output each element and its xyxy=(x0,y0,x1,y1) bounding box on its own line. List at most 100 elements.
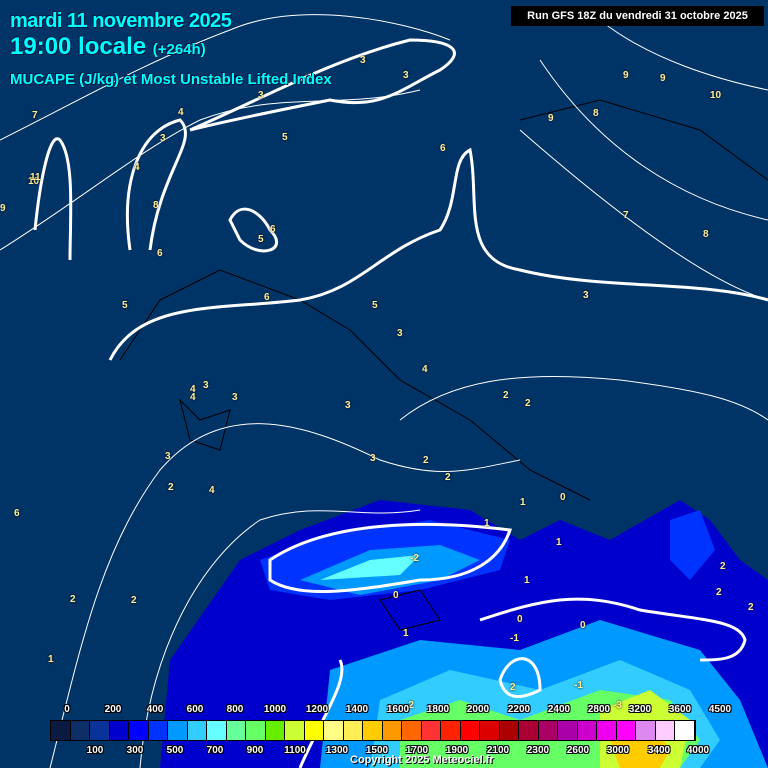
contour-label: 2 xyxy=(131,595,137,606)
contour-label: 4 xyxy=(190,392,196,403)
legend-swatch xyxy=(421,721,441,740)
legend-label-top: 2400 xyxy=(547,704,571,715)
legend-label-top: 2800 xyxy=(587,704,611,715)
legend-label-bottom: 4000 xyxy=(686,745,710,756)
legend-swatch xyxy=(558,721,578,740)
legend-label-bottom: 2600 xyxy=(566,745,590,756)
contour-label: 8 xyxy=(593,108,599,119)
legend-label-top: 3200 xyxy=(628,704,652,715)
contour-label: 2 xyxy=(510,682,516,693)
legend-label-top: 600 xyxy=(186,704,204,715)
legend-label-top: 2200 xyxy=(507,704,531,715)
legend-label-top: 0 xyxy=(64,704,70,715)
legend-label-bottom: 900 xyxy=(246,745,264,756)
legend-swatch xyxy=(187,721,207,740)
contour-label: 1 xyxy=(520,497,526,508)
legend-label-bottom: 3400 xyxy=(647,745,671,756)
color-legend xyxy=(50,720,696,741)
contour-label: 2 xyxy=(503,390,509,401)
contour-label: 3 xyxy=(232,392,238,403)
contour-label: 6 xyxy=(264,292,270,303)
contour-label: 8 xyxy=(153,200,159,211)
legend-swatch xyxy=(538,721,558,740)
legend-label-bottom: 1100 xyxy=(284,745,306,756)
contour-label: 2 xyxy=(716,587,722,598)
legend-swatch xyxy=(363,721,383,740)
forecast-time: 19:00 locale (+264h) xyxy=(10,33,206,61)
contour-label: -3 xyxy=(613,700,622,711)
legend-swatch xyxy=(226,721,246,740)
parameter-title: MUCAPE (J/kg) et Most Unstable Lifted In… xyxy=(10,71,332,88)
contour-label: 1 xyxy=(484,518,490,529)
contour-label: 4 xyxy=(134,162,140,173)
legend-label-top: 1000 xyxy=(263,704,287,715)
contour-label: 6 xyxy=(157,248,163,259)
copyright: Copyright 2025 Meteociel.fr xyxy=(350,754,494,766)
legend-label-top: 1400 xyxy=(345,704,369,715)
legend-swatch xyxy=(636,721,656,740)
contour-label: -2 xyxy=(410,553,419,564)
legend-label-top: 1600 xyxy=(386,704,410,715)
legend-swatch xyxy=(129,721,149,740)
contour-label: 3 xyxy=(370,453,376,464)
contour-label: 5 xyxy=(282,132,288,143)
legend-label-bottom: 500 xyxy=(166,745,184,756)
legend-label-top: 1200 xyxy=(305,704,329,715)
contour-label: 3 xyxy=(160,133,166,144)
contour-label: 10 xyxy=(710,90,722,101)
contour-label: 3 xyxy=(397,328,403,339)
legend-swatch xyxy=(207,721,227,740)
contour-label: 2 xyxy=(720,561,726,572)
contour-label: 0 xyxy=(560,492,566,503)
legend-label-top: 4500 xyxy=(708,704,732,715)
legend-swatch xyxy=(382,721,402,740)
legend-swatch xyxy=(577,721,597,740)
legend-swatch xyxy=(441,721,461,740)
contour-label: 6 xyxy=(270,224,276,235)
legend-swatch xyxy=(655,721,675,740)
legend-swatch xyxy=(265,721,285,740)
legend-label-top: 1800 xyxy=(426,704,450,715)
contour-label: 3 xyxy=(403,70,409,81)
contour-label: 5 xyxy=(258,234,264,245)
contour-label: 4 xyxy=(178,107,184,118)
contour-label: 2 xyxy=(168,482,174,493)
contour-label: 9 xyxy=(623,70,629,81)
contour-label: 1 xyxy=(403,628,409,639)
contour-label: 2 xyxy=(525,398,531,409)
legend-swatch xyxy=(324,721,344,740)
contour-label: 6 xyxy=(440,143,446,154)
contour-label: 5 xyxy=(122,300,128,311)
contour-label: 7 xyxy=(623,210,629,221)
contour-label: 4 xyxy=(422,364,428,375)
legend-label-bottom: 100 xyxy=(86,745,104,756)
contour-label: 9 xyxy=(660,73,666,84)
legend-swatch xyxy=(597,721,617,740)
legend-label-top: 200 xyxy=(104,704,122,715)
contour-label: 3 xyxy=(345,400,351,411)
legend-swatch xyxy=(90,721,110,740)
contour-label: 3 xyxy=(258,90,264,101)
legend-label-top: 2000 xyxy=(466,704,490,715)
contour-label: 5 xyxy=(372,300,378,311)
contour-label: 0 xyxy=(393,590,399,601)
lead-time: (+264h) xyxy=(152,41,206,58)
legend-swatch xyxy=(285,721,305,740)
legend-label-bottom: 1300 xyxy=(325,745,349,756)
contour-label: 3 xyxy=(583,290,589,301)
legend-swatch xyxy=(402,721,422,740)
contour-label: 2 xyxy=(748,602,754,613)
legend-label-top: 800 xyxy=(226,704,244,715)
contour-label: 9 xyxy=(0,203,6,214)
contour-label: 2 xyxy=(445,472,451,483)
legend-swatch xyxy=(70,721,90,740)
contour-label: 2 xyxy=(70,594,76,605)
contour-label: 9 xyxy=(548,113,554,124)
legend-swatch xyxy=(480,721,500,740)
contour-label: 3 xyxy=(203,380,209,391)
legend-label-top: 400 xyxy=(146,704,164,715)
legend-swatch xyxy=(148,721,168,740)
contour-label: 4 xyxy=(209,485,215,496)
legend-label-bottom: 3000 xyxy=(606,745,630,756)
legend-swatch xyxy=(304,721,324,740)
